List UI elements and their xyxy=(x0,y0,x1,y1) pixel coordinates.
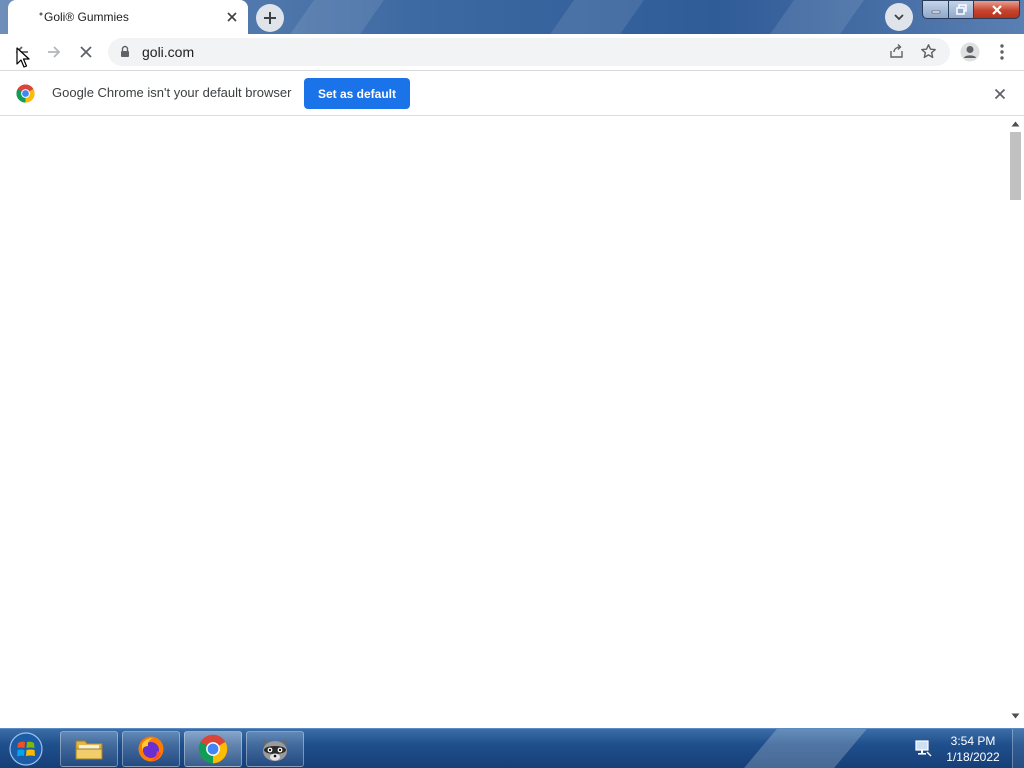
plus-icon xyxy=(264,12,276,24)
clock-time: 3:54 PM xyxy=(950,734,996,748)
default-browser-infobar: Google Chrome isn't your default browser… xyxy=(0,71,1024,116)
tab-title: Goli® Gummies xyxy=(44,10,129,24)
infobar-close-button[interactable] xyxy=(990,84,1009,103)
network-icon[interactable] xyxy=(914,739,932,757)
minimize-button[interactable] xyxy=(922,0,949,19)
profile-button[interactable] xyxy=(956,38,984,66)
page-content xyxy=(0,116,1024,728)
forward-button[interactable] xyxy=(40,38,68,66)
windows-start-orb-icon xyxy=(9,732,43,766)
chrome-icon xyxy=(198,734,228,764)
taskbar-raccoon-app[interactable] xyxy=(246,731,304,767)
browser-title-bar: Goli® Gummies xyxy=(0,0,1024,34)
profile-icon xyxy=(960,42,980,62)
restore-icon xyxy=(955,4,967,15)
menu-icon xyxy=(1000,44,1004,60)
clock-date: 1/18/2022 xyxy=(946,750,1000,764)
stop-icon xyxy=(80,46,92,58)
tab-search-button[interactable] xyxy=(885,3,913,31)
taskbar-file-explorer[interactable] xyxy=(60,731,118,767)
new-tab-button[interactable] xyxy=(256,4,284,32)
vertical-scrollbar[interactable] xyxy=(1007,116,1024,728)
taskbar-clock[interactable]: 3:54 PM 1/18/2022 xyxy=(938,733,1008,765)
tab-goli-gummies[interactable]: Goli® Gummies xyxy=(8,0,248,34)
background-streak xyxy=(538,0,652,34)
browser-menu-button[interactable] xyxy=(988,38,1016,66)
chrome-logo-icon xyxy=(16,84,35,103)
forward-arrow-icon xyxy=(48,46,61,58)
address-url[interactable]: goli.com xyxy=(142,44,194,60)
start-button[interactable] xyxy=(6,730,46,768)
show-desktop-button[interactable] xyxy=(1012,729,1024,768)
stop-loading-button[interactable] xyxy=(72,38,100,66)
infobar-message: Google Chrome isn't your default browser xyxy=(52,85,292,100)
taskbar-firefox[interactable] xyxy=(122,731,180,767)
window-close-button[interactable] xyxy=(974,0,1020,19)
minimize-icon xyxy=(931,10,940,13)
close-icon xyxy=(991,4,1002,15)
share-icon[interactable] xyxy=(888,43,905,60)
scroll-down-arrow-icon[interactable] xyxy=(1011,713,1020,719)
restore-button[interactable] xyxy=(949,0,974,19)
firefox-icon xyxy=(138,736,164,762)
windows-taskbar: 3:54 PM 1/18/2022 xyxy=(0,728,1024,768)
scrollbar-thumb[interactable] xyxy=(1010,132,1021,200)
taskbar-glare xyxy=(734,729,876,768)
browser-toolbar: goli.com xyxy=(0,34,1024,71)
folder-icon xyxy=(75,740,103,760)
tab-close-icon[interactable] xyxy=(224,9,240,25)
set-as-default-button[interactable]: Set as default xyxy=(304,78,410,109)
star-icon[interactable] xyxy=(920,43,937,60)
address-bar[interactable]: goli.com xyxy=(108,38,950,66)
chevron-down-icon xyxy=(894,14,904,21)
scroll-up-arrow-icon[interactable] xyxy=(1011,121,1020,127)
background-streak xyxy=(758,0,872,34)
mouse-cursor-icon xyxy=(16,47,30,68)
window-controls xyxy=(922,0,1020,20)
lock-icon xyxy=(121,45,129,57)
raccoon-icon xyxy=(263,738,287,761)
background-streak xyxy=(278,0,392,34)
taskbar-chrome[interactable] xyxy=(184,731,242,767)
close-icon xyxy=(994,88,1005,99)
